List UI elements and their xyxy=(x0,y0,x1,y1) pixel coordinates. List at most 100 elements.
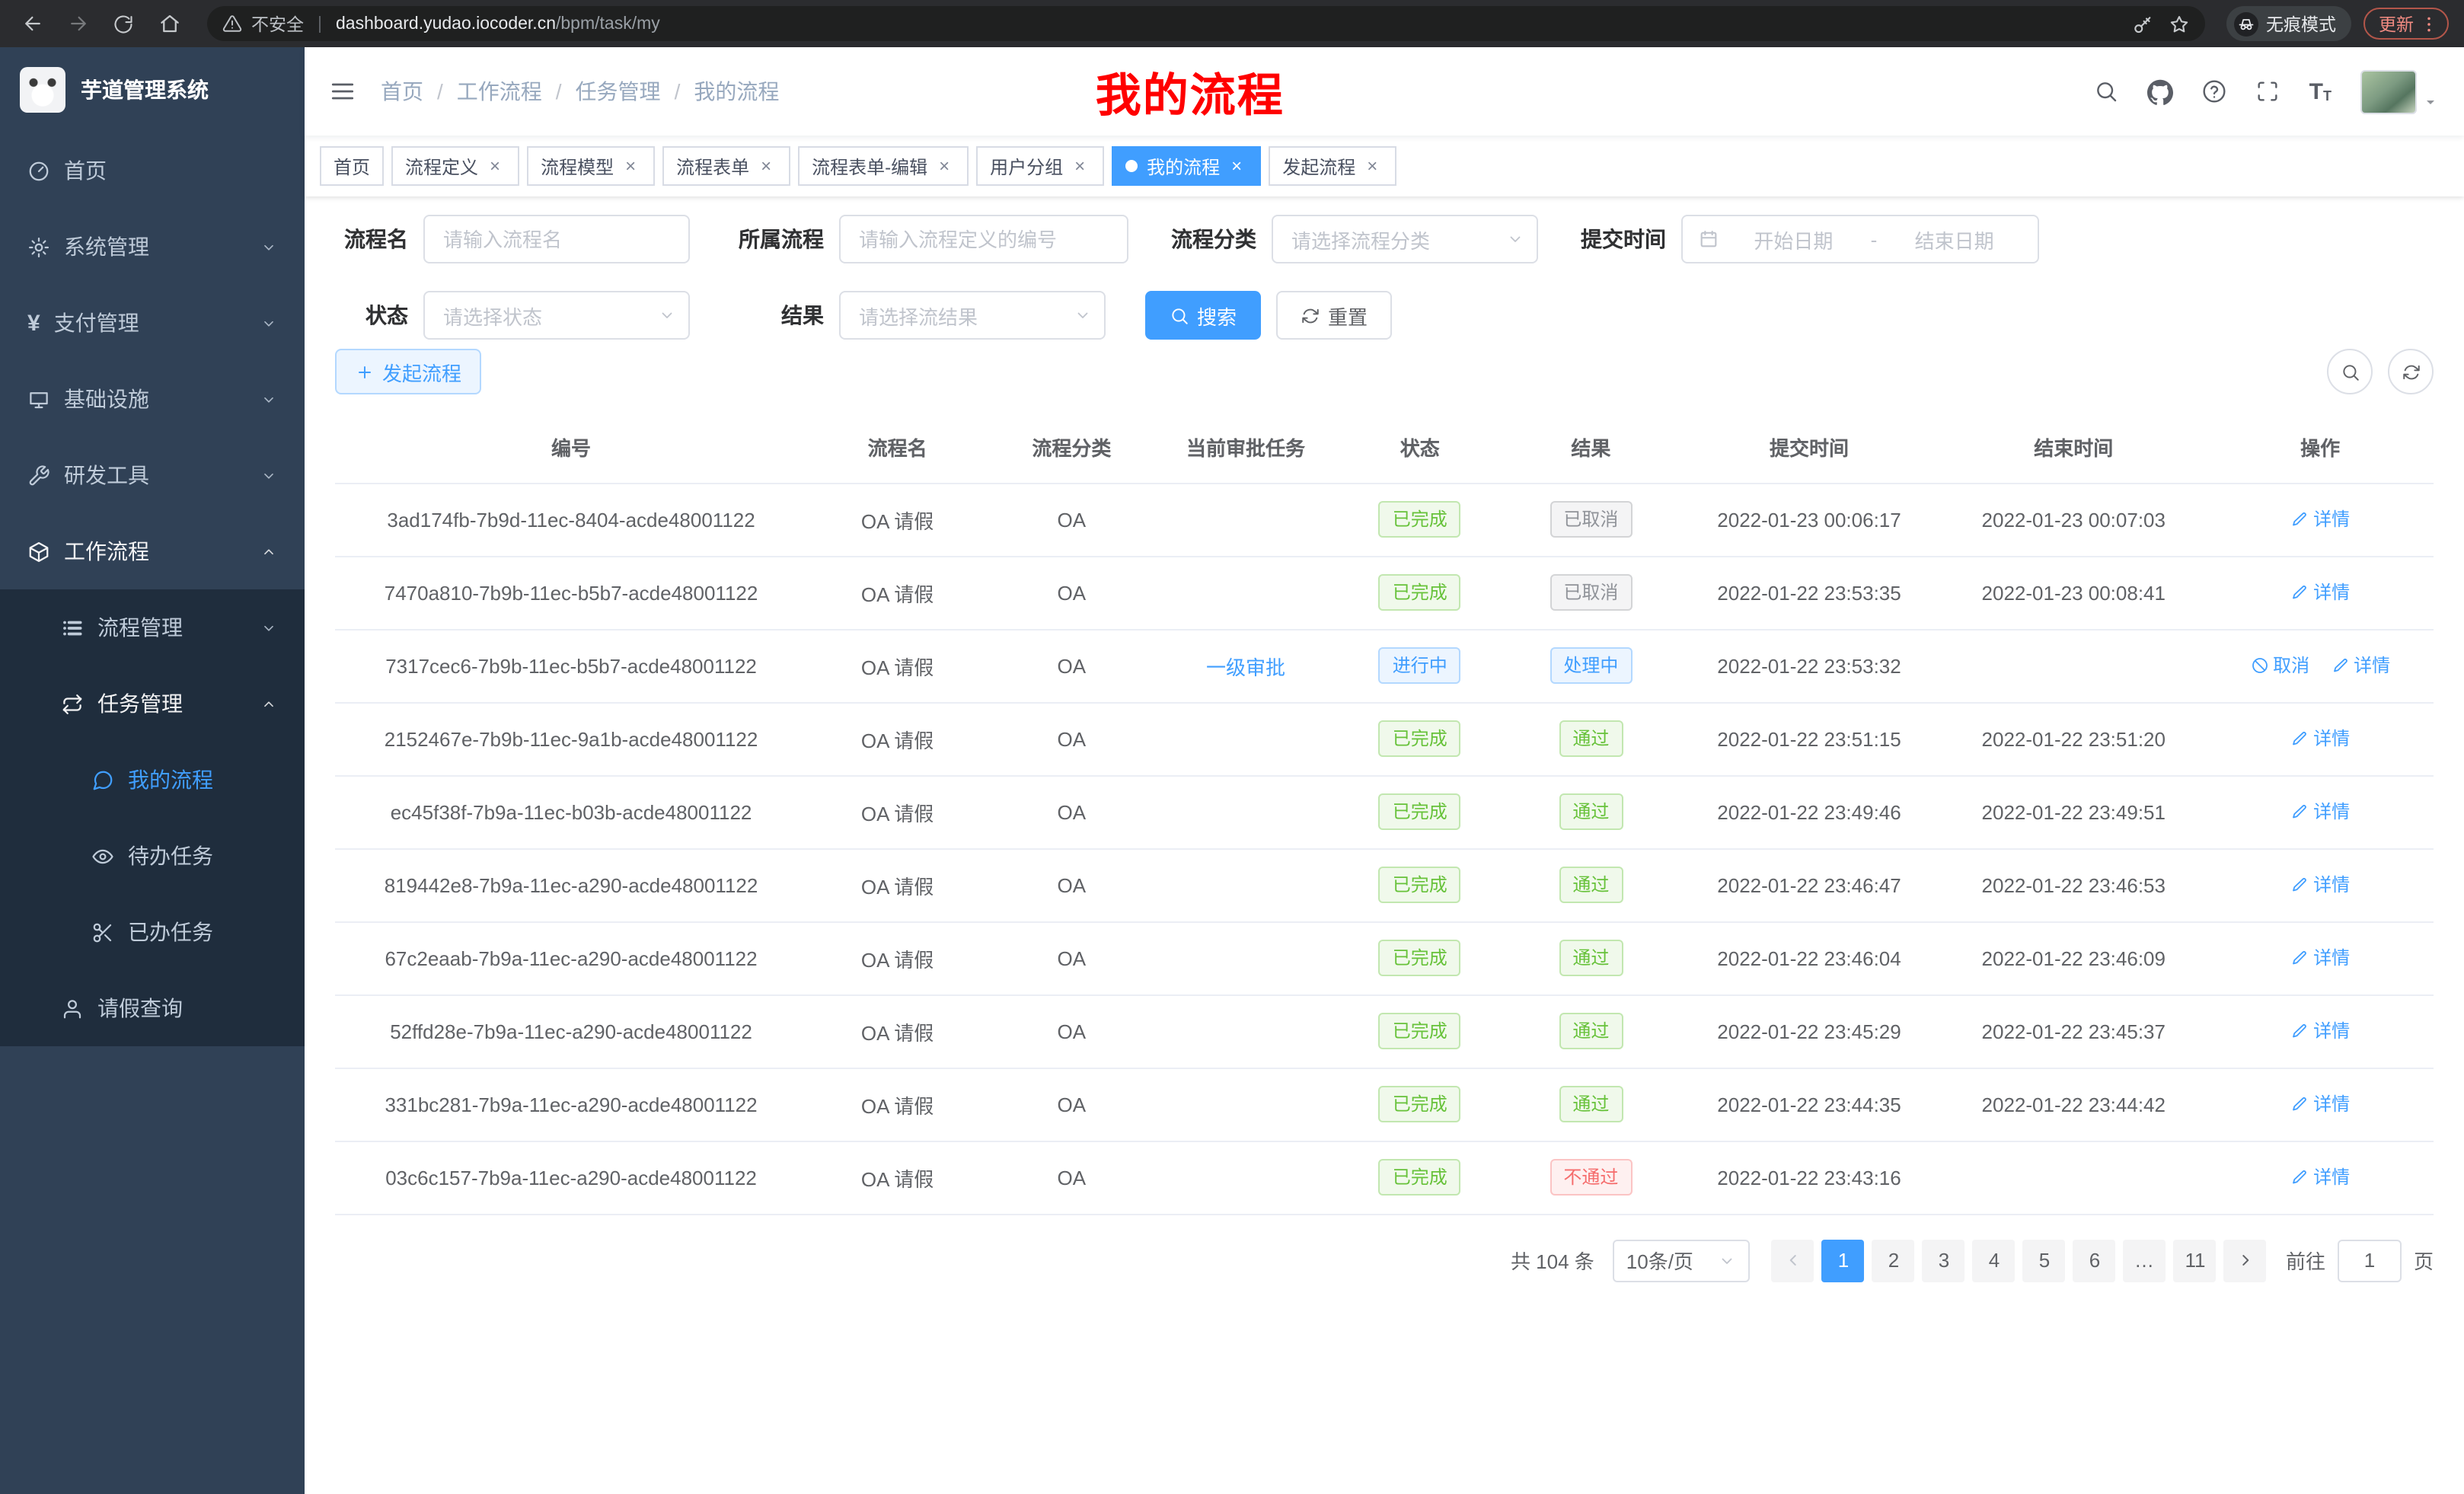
address-bar[interactable]: 不安全 | dashboard.yudao.iocoder.cn/bpm/tas… xyxy=(207,6,2205,41)
close-icon[interactable]: × xyxy=(1069,155,1090,177)
tab-0[interactable]: 首页 xyxy=(320,146,384,186)
detail-action-link[interactable]: 详情 xyxy=(2290,579,2350,605)
tab-7[interactable]: 发起流程× xyxy=(1269,146,1396,186)
close-icon[interactable]: × xyxy=(934,155,955,177)
reset-button[interactable]: 重置 xyxy=(1276,291,1392,340)
docs-help-button[interactable] xyxy=(2203,79,2227,104)
detail-action-link[interactable]: 详情 xyxy=(2290,799,2350,825)
process-definition-input[interactable] xyxy=(839,215,1128,263)
status-select[interactable]: 请选择状态 xyxy=(423,291,690,340)
table-row: 3ad174fb-7b9d-11ec-8404-acde48001122OA 请… xyxy=(335,483,2434,556)
page-button-1[interactable]: 1 xyxy=(1822,1239,1865,1282)
process-id-cell: 03c6c157-7b9a-11ec-a290-acde48001122 xyxy=(335,1141,807,1214)
close-icon[interactable]: × xyxy=(484,155,506,177)
next-page-button[interactable] xyxy=(2224,1239,2267,1282)
tab-6[interactable]: 我的流程× xyxy=(1112,146,1261,186)
status-cell: 已完成 xyxy=(1336,556,1504,629)
app-logo[interactable]: 芋道管理系统 xyxy=(0,47,305,132)
create-process-button[interactable]: 发起流程 xyxy=(335,349,481,394)
table-row: 67c2eaab-7b9a-11ec-a290-acde48001122OA 请… xyxy=(335,921,2434,994)
sidebar-item-payment[interactable]: ¥支付管理 xyxy=(0,285,305,361)
sidebar-item-system[interactable]: 系统管理 xyxy=(0,209,305,285)
page-button-6[interactable]: 6 xyxy=(2073,1239,2116,1282)
tab-2[interactable]: 流程模型× xyxy=(527,146,655,186)
browser-home-button[interactable] xyxy=(152,7,186,40)
detail-action-link[interactable]: 详情 xyxy=(2290,945,2350,971)
submit-time-range[interactable]: 开始日期-结束日期 xyxy=(1681,215,2039,263)
close-icon[interactable]: × xyxy=(1226,155,1247,177)
page-ellipsis[interactable]: … xyxy=(2124,1239,2166,1282)
breadcrumb-item[interactable]: 首页 xyxy=(381,76,423,107)
github-link[interactable] xyxy=(2148,78,2174,104)
update-button[interactable]: 更新 xyxy=(2363,8,2449,40)
range-separator: - xyxy=(1868,228,1881,251)
process-category-select[interactable]: 请选择流程分类 xyxy=(1272,215,1538,263)
goto-page-input[interactable] xyxy=(2338,1239,2402,1282)
page-button-3[interactable]: 3 xyxy=(1923,1239,1965,1282)
cancel-action-link[interactable]: 取消 xyxy=(2250,653,2309,678)
table-row: 03c6c157-7b9a-11ec-a290-acde48001122OA 请… xyxy=(335,1141,2434,1214)
browser-back-button[interactable] xyxy=(15,7,49,40)
current-task-link[interactable]: 一级审批 xyxy=(1206,656,1285,678)
tab-4[interactable]: 流程表单-编辑× xyxy=(798,146,969,186)
process-category-cell: OA xyxy=(988,994,1155,1068)
sidebar-item-my-process[interactable]: 我的流程 xyxy=(0,742,305,818)
url-host: dashboard.yudao.iocoder.cn xyxy=(336,14,556,33)
sidebar-item-infrastructure[interactable]: 基础设施 xyxy=(0,361,305,437)
tab-1[interactable]: 流程定义× xyxy=(391,146,519,186)
calendar-icon xyxy=(1698,228,1719,250)
column-header: 提交时间 xyxy=(1678,413,1941,483)
prev-page-button[interactable] xyxy=(1772,1239,1814,1282)
result-select[interactable]: 请选择流结果 xyxy=(839,291,1106,340)
process-name-input[interactable] xyxy=(423,215,690,263)
tab-5[interactable]: 用户分组× xyxy=(976,146,1104,186)
detail-action-link[interactable]: 详情 xyxy=(2290,872,2350,898)
tab-3[interactable]: 流程表单× xyxy=(662,146,790,186)
sidebar-item-leave-query[interactable]: 请假查询 xyxy=(0,970,305,1046)
filter-label: 状态 xyxy=(335,300,408,330)
bookmark-star-icon[interactable] xyxy=(2169,13,2190,34)
chevron-down-icon xyxy=(1718,1251,1736,1269)
breadcrumb-item[interactable]: 任务管理 xyxy=(576,76,661,107)
close-icon[interactable]: × xyxy=(1361,155,1383,177)
edit-icon xyxy=(2290,1168,2309,1186)
submit-time-cell: 2022-01-22 23:53:32 xyxy=(1678,629,1941,702)
password-key-icon[interactable] xyxy=(2132,13,2153,34)
incognito-label: 无痕模式 xyxy=(2266,11,2336,36)
sidebar-toggle-button[interactable] xyxy=(329,78,356,105)
sidebar-item-done-tasks[interactable]: 已办任务 xyxy=(0,894,305,970)
detail-action-link[interactable]: 详情 xyxy=(2290,1164,2350,1190)
page-button-4[interactable]: 4 xyxy=(1973,1239,2016,1282)
process-category-cell: OA xyxy=(988,556,1155,629)
header-search-button[interactable] xyxy=(2095,79,2119,104)
font-size-button[interactable]: TT xyxy=(2309,80,2332,103)
page-button-5[interactable]: 5 xyxy=(2023,1239,2066,1282)
browser-reload-button[interactable] xyxy=(107,7,140,40)
breadcrumb-item[interactable]: 工作流程 xyxy=(457,76,542,107)
page-size-select[interactable]: 10条/页 xyxy=(1613,1239,1750,1282)
sidebar-item-home[interactable]: 首页 xyxy=(0,132,305,209)
key-icon xyxy=(2132,13,2153,34)
detail-action-link[interactable]: 详情 xyxy=(2290,1091,2350,1117)
close-icon[interactable]: × xyxy=(620,155,641,177)
sidebar-item-process-management[interactable]: 流程管理 xyxy=(0,589,305,666)
detail-action-link[interactable]: 详情 xyxy=(2290,1018,2350,1044)
github-icon xyxy=(2148,78,2174,104)
page-button-11[interactable]: 11 xyxy=(2174,1239,2217,1282)
browser-menu-icon[interactable] xyxy=(2418,13,2440,34)
search-button[interactable]: 搜索 xyxy=(1145,291,1261,340)
sidebar-item-workflow[interactable]: 工作流程 xyxy=(0,513,305,589)
page-button-2[interactable]: 2 xyxy=(1872,1239,1915,1282)
detail-action-link[interactable]: 详情 xyxy=(2290,726,2350,752)
close-icon[interactable]: × xyxy=(755,155,777,177)
detail-action-link[interactable]: 详情 xyxy=(2331,653,2390,678)
sidebar-item-task-management[interactable]: 任务管理 xyxy=(0,666,305,742)
refresh-table-button[interactable] xyxy=(2388,349,2434,394)
sidebar-item-dev-tools[interactable]: 研发工具 xyxy=(0,437,305,513)
browser-forward-button[interactable] xyxy=(61,7,94,40)
sidebar-item-todo-tasks[interactable]: 待办任务 xyxy=(0,818,305,894)
toggle-search-button[interactable] xyxy=(2327,349,2373,394)
detail-action-link[interactable]: 详情 xyxy=(2290,506,2350,532)
user-avatar-menu[interactable] xyxy=(2360,69,2440,113)
fullscreen-button[interactable] xyxy=(2256,79,2280,104)
